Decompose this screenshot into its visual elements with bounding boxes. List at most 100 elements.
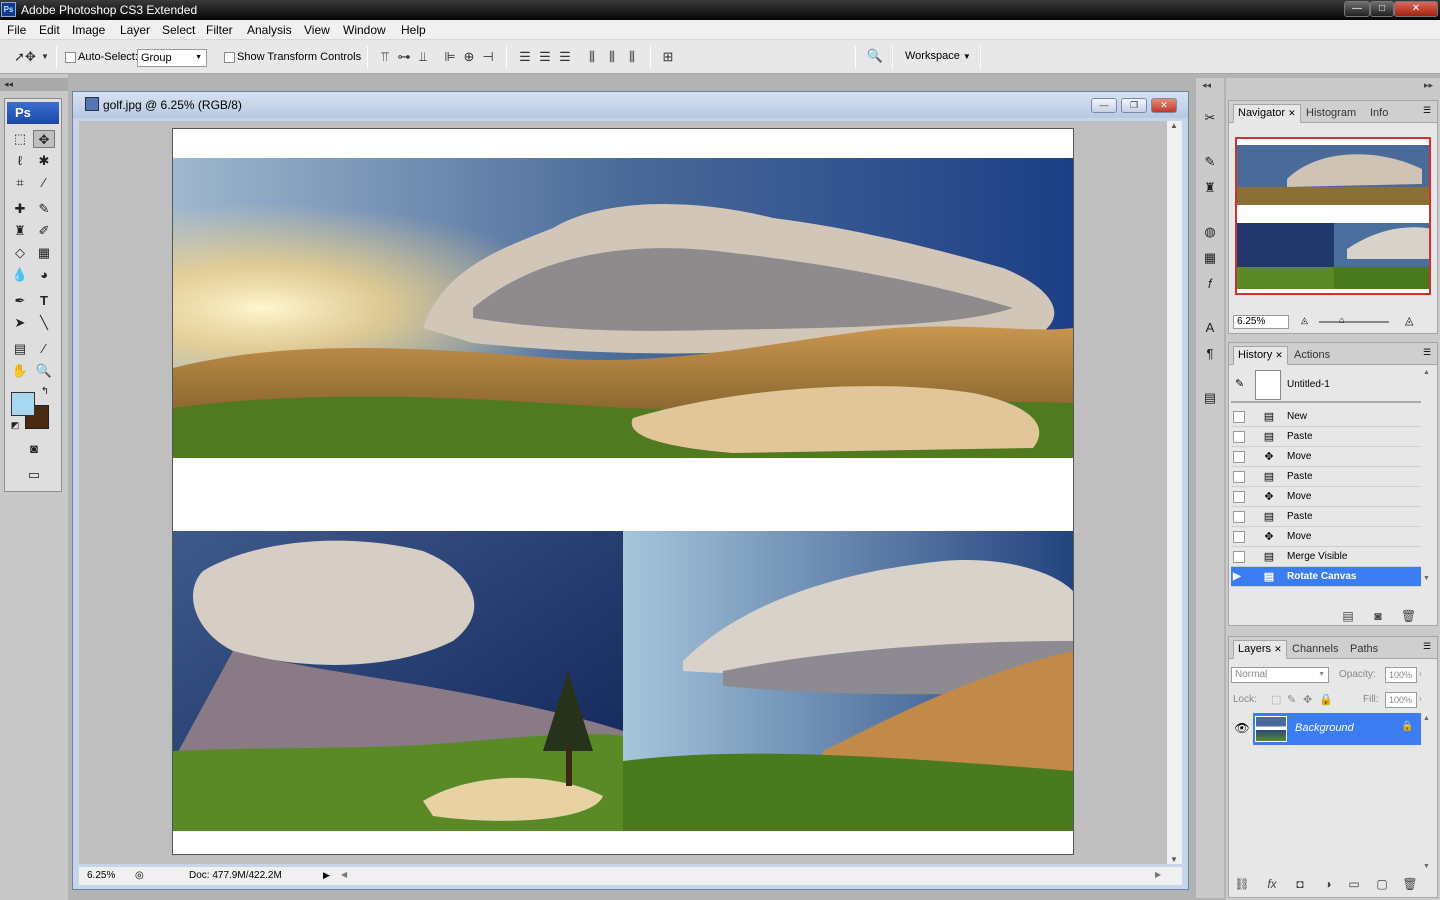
- scroll-down-arrow-icon[interactable]: ▼: [1423, 863, 1430, 870]
- zoom-slider-thumb-icon[interactable]: ⌂: [1339, 315, 1344, 325]
- auto-select-dropdown[interactable]: Group ▼: [137, 49, 207, 67]
- move-tool-preset-icon[interactable]: ➚✥: [14, 50, 36, 64]
- tab-histogram[interactable]: Histogram: [1301, 104, 1361, 123]
- chevron-down-icon[interactable]: ▼: [40, 50, 50, 64]
- lock-pixels-icon[interactable]: ✎: [1287, 693, 1296, 706]
- scroll-up-arrow-icon[interactable]: ▲: [1423, 715, 1430, 722]
- zoom-in-icon[interactable]: ◬: [1405, 314, 1413, 327]
- lock-position-icon[interactable]: ✥: [1303, 693, 1312, 706]
- zoom-out-icon[interactable]: ◬: [1301, 315, 1308, 326]
- history-item[interactable]: ▤ Paste: [1231, 427, 1421, 447]
- history-source-checkbox[interactable]: [1233, 531, 1245, 543]
- history-item[interactable]: ▤ New: [1231, 407, 1421, 427]
- notes-tool-icon[interactable]: ▤: [9, 340, 31, 358]
- align-vertical-center-icon[interactable]: ⊶: [396, 50, 412, 64]
- menu-analysis[interactable]: Analysis: [247, 23, 292, 37]
- history-source-checkbox[interactable]: [1233, 551, 1245, 563]
- scroll-down-arrow-icon[interactable]: ▼: [1423, 575, 1430, 582]
- minimize-button[interactable]: —: [1344, 1, 1370, 17]
- character-icon[interactable]: A: [1200, 318, 1220, 338]
- menu-window[interactable]: Window: [343, 23, 386, 37]
- layer-name[interactable]: Background: [1295, 722, 1354, 734]
- color-icon[interactable]: ◍: [1200, 222, 1220, 242]
- tab-paths[interactable]: Paths: [1345, 640, 1383, 659]
- menu-select[interactable]: Select: [162, 23, 195, 37]
- clone-source-icon[interactable]: ♜: [1200, 178, 1220, 198]
- line-tool-icon[interactable]: ╲: [33, 314, 55, 332]
- collapse-arrows-icon[interactable]: ◂◂: [1202, 80, 1211, 91]
- menu-view[interactable]: View: [304, 23, 330, 37]
- trash-icon[interactable]: 🗑: [1401, 609, 1416, 623]
- close-button[interactable]: ✕: [1394, 1, 1438, 17]
- history-source-checkbox[interactable]: [1233, 491, 1245, 503]
- history-brush-tool-icon[interactable]: ✐: [33, 222, 55, 240]
- history-source-checkbox[interactable]: [1233, 411, 1245, 423]
- distribute-left-icon[interactable]: ⫼: [584, 50, 600, 64]
- menu-edit[interactable]: Edit: [39, 23, 60, 37]
- menu-filter[interactable]: Filter: [206, 23, 233, 37]
- new-layer-icon[interactable]: ▢: [1373, 877, 1391, 891]
- align-top-icon[interactable]: ⫪: [377, 50, 393, 64]
- vertical-scrollbar[interactable]: ▲ ▼: [1167, 121, 1182, 864]
- layer-row-background[interactable]: Background 🔒: [1253, 713, 1421, 745]
- panel-menu-icon[interactable]: ☰: [1423, 105, 1431, 116]
- new-group-icon[interactable]: ▭: [1345, 877, 1363, 891]
- tab-info[interactable]: Info: [1365, 104, 1393, 123]
- marquee-tool-icon[interactable]: ⬚: [9, 130, 31, 148]
- history-item[interactable]: ✥ Move: [1231, 447, 1421, 467]
- type-tool-icon[interactable]: T: [33, 292, 55, 310]
- history-source-checkbox[interactable]: [1233, 471, 1245, 483]
- distribute-hcenter-icon[interactable]: ⫼: [604, 50, 620, 64]
- quick-mask-icon[interactable]: ◙: [21, 440, 47, 458]
- layer-style-fx-icon[interactable]: fx: [1263, 877, 1281, 891]
- history-item-selected[interactable]: ▶ ▤ Rotate Canvas: [1231, 567, 1421, 587]
- layer-comps-icon[interactable]: ▤: [1200, 388, 1220, 408]
- expand-arrows-icon[interactable]: ▸▸: [1424, 80, 1433, 91]
- bridge-icon[interactable]: 🔍: [864, 49, 886, 63]
- status-menu-icon[interactable]: ◎: [135, 870, 144, 881]
- tab-navigator[interactable]: Navigator ✕: [1233, 104, 1301, 123]
- document-close-button[interactable]: ✕: [1151, 98, 1177, 113]
- tab-channels[interactable]: Channels: [1287, 640, 1343, 659]
- maximize-button[interactable]: □: [1370, 1, 1394, 17]
- gradient-tool-icon[interactable]: ▦: [33, 244, 55, 262]
- brush-tool-icon[interactable]: ✎: [33, 200, 55, 218]
- magic-wand-tool-icon[interactable]: ✱: [33, 152, 55, 170]
- swatches-icon[interactable]: ▦: [1200, 248, 1220, 268]
- move-tool-icon[interactable]: ✥: [33, 130, 55, 148]
- scroll-right-arrow-icon[interactable]: ▶: [1155, 870, 1161, 879]
- history-item[interactable]: ✥ Move: [1231, 487, 1421, 507]
- lasso-tool-icon[interactable]: ℓ: [9, 152, 31, 170]
- history-item[interactable]: ▤ Paste: [1231, 467, 1421, 487]
- crop-tool-icon[interactable]: ⌗: [9, 174, 31, 192]
- canvas-area[interactable]: [79, 121, 1167, 864]
- zoom-tool-icon[interactable]: 🔍: [33, 362, 55, 380]
- zoom-slider[interactable]: [1319, 321, 1389, 323]
- align-horizontal-center-icon[interactable]: ⊕: [461, 50, 477, 64]
- lock-all-icon[interactable]: 🔒: [1319, 693, 1333, 706]
- align-bottom-icon[interactable]: ⫫: [415, 50, 431, 64]
- history-snapshot[interactable]: ✎ Untitled-1: [1231, 367, 1421, 403]
- history-source-checkbox[interactable]: [1233, 431, 1245, 443]
- swap-colors-icon[interactable]: ↰: [39, 386, 51, 398]
- clone-stamp-tool-icon[interactable]: ♜: [9, 222, 31, 240]
- distribute-right-icon[interactable]: ⫼: [624, 50, 640, 64]
- navigator-preview[interactable]: [1235, 137, 1431, 295]
- paragraph-icon[interactable]: ¶: [1200, 344, 1220, 364]
- document-title-bar[interactable]: golf.jpg @ 6.25% (RGB/8) — ❐ ✕: [73, 92, 1188, 118]
- distribute-top-icon[interactable]: ☰: [517, 50, 533, 64]
- tab-actions[interactable]: Actions: [1289, 346, 1335, 365]
- history-item[interactable]: ▤ Paste: [1231, 507, 1421, 527]
- opacity-field[interactable]: 100%: [1385, 667, 1417, 683]
- align-right-icon[interactable]: ⊣: [480, 50, 496, 64]
- document-minimize-button[interactable]: —: [1091, 98, 1117, 113]
- blur-tool-icon[interactable]: 💧: [9, 266, 31, 284]
- slice-tool-icon[interactable]: ⁄: [33, 174, 55, 192]
- tab-layers[interactable]: Layers ✕: [1233, 640, 1287, 659]
- panel-menu-icon[interactable]: ☰: [1423, 641, 1431, 652]
- distribute-vcenter-icon[interactable]: ☰: [537, 50, 553, 64]
- fill-slider-arrow-icon[interactable]: ›: [1419, 694, 1422, 703]
- history-state-slider-icon[interactable]: ▶: [1233, 571, 1245, 583]
- fill-field[interactable]: 100%: [1385, 692, 1417, 708]
- history-brush-source-icon[interactable]: ✎: [1235, 377, 1244, 390]
